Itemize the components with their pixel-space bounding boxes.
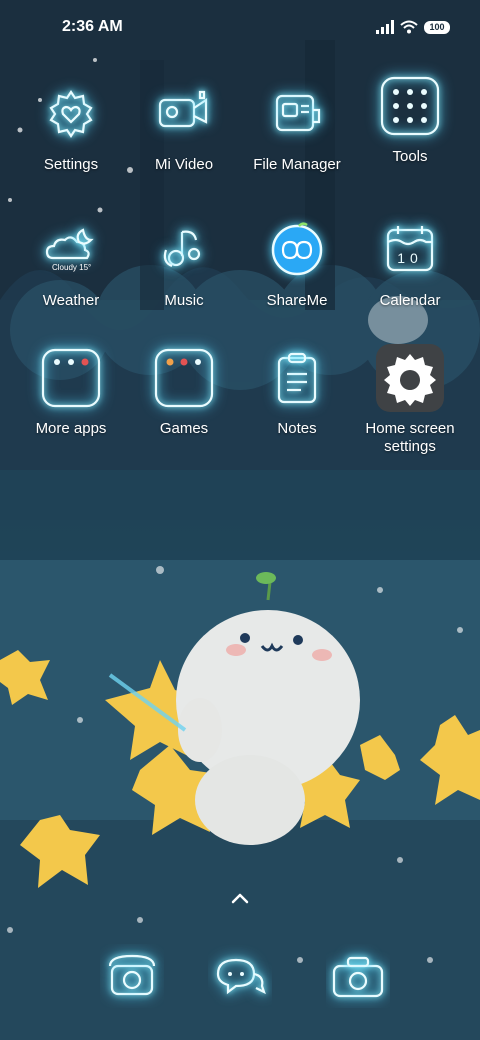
dock-camera[interactable] bbox=[326, 944, 390, 1008]
music-note-icon bbox=[150, 216, 218, 284]
wifi-icon bbox=[400, 20, 418, 34]
app-label: ShareMe bbox=[266, 292, 328, 309]
status-time: 2:36 AM bbox=[62, 18, 123, 35]
status-icons: 100 bbox=[376, 18, 450, 36]
phone-icon bbox=[108, 954, 156, 996]
app-home-screen-settings[interactable]: Home screen settings bbox=[350, 344, 470, 456]
messages-icon bbox=[216, 958, 266, 995]
app-music[interactable]: Music bbox=[124, 216, 244, 310]
dock bbox=[0, 944, 480, 1010]
calendar-icon: 10 bbox=[376, 216, 444, 284]
app-label: Calendar bbox=[379, 292, 441, 309]
app-mi-video[interactable]: Mi Video bbox=[124, 80, 244, 174]
settings-gear-heart-icon bbox=[37, 80, 105, 148]
home-screen-settings-tile bbox=[376, 344, 444, 412]
chevron-up-icon[interactable] bbox=[228, 886, 252, 910]
battery-icon: 100 bbox=[424, 20, 450, 34]
calendar-day: 10 bbox=[397, 250, 423, 266]
app-label: Mi Video bbox=[154, 156, 214, 173]
app-label: Games bbox=[159, 420, 209, 437]
video-camera-icon bbox=[150, 80, 218, 148]
app-more-apps-folder[interactable]: More apps bbox=[11, 344, 131, 438]
app-label: Home screen settings bbox=[365, 420, 455, 455]
app-label: Music bbox=[164, 292, 204, 309]
gear-icon bbox=[376, 344, 444, 412]
app-label: File Manager bbox=[253, 156, 341, 173]
app-label: Settings bbox=[43, 156, 99, 173]
camera-icon bbox=[332, 956, 384, 998]
app-shareme[interactable]: ShareMe bbox=[237, 216, 357, 310]
dock-phone[interactable] bbox=[100, 944, 164, 1008]
app-label: Notes bbox=[277, 420, 317, 437]
signal-icon bbox=[376, 20, 394, 34]
games-folder-icon bbox=[150, 344, 218, 412]
weather-cloud-moon-icon bbox=[37, 216, 105, 284]
app-file-manager[interactable]: File Manager bbox=[237, 80, 357, 174]
more-apps-folder-icon bbox=[37, 344, 105, 412]
status-bar: 2:36 AM 100 bbox=[0, 0, 480, 56]
dock-messages[interactable] bbox=[208, 944, 272, 1008]
app-notes[interactable]: Notes bbox=[237, 344, 357, 438]
app-settings[interactable]: Settings bbox=[11, 80, 131, 174]
tools-folder-icon bbox=[376, 72, 444, 140]
app-calendar[interactable]: 10 Calendar bbox=[350, 216, 470, 310]
shareme-icon bbox=[263, 216, 331, 284]
app-label: Weather bbox=[42, 292, 100, 309]
app-label: More apps bbox=[35, 420, 107, 437]
file-manager-icon bbox=[263, 80, 331, 148]
weather-caption: Cloudy 15° bbox=[52, 263, 92, 272]
app-tools-folder[interactable]: Tools bbox=[350, 72, 470, 166]
notes-clipboard-icon bbox=[263, 344, 331, 412]
app-games-folder[interactable]: Games bbox=[124, 344, 244, 438]
app-label: Tools bbox=[392, 148, 428, 165]
